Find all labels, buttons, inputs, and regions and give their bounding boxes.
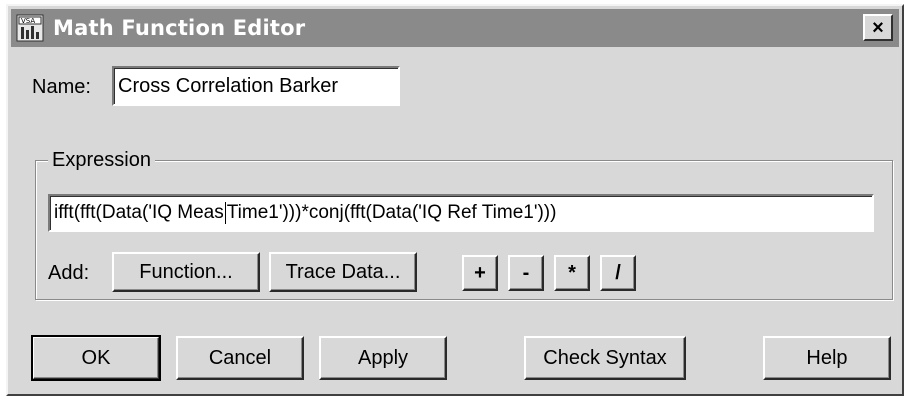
help-button[interactable]: Help: [763, 336, 891, 380]
add-plus-button[interactable]: +: [462, 255, 498, 291]
add-multiply-button[interactable]: *: [554, 255, 590, 291]
add-label: Add:: [48, 262, 90, 284]
check-syntax-button[interactable]: Check Syntax: [524, 336, 686, 380]
add-divide-button[interactable]: /: [600, 255, 636, 291]
svg-text:VSA: VSA: [21, 17, 35, 25]
expression-text-before-caret: ifft(fft(Data('IQ Meas: [54, 202, 224, 223]
close-icon: ×: [872, 16, 884, 39]
add-minus-button[interactable]: -: [508, 255, 544, 291]
apply-button[interactable]: Apply: [319, 336, 447, 380]
expression-text-after-caret: Time1')))*conj(fft(Data('IQ Ref Time1'))…: [226, 202, 557, 223]
title-bar[interactable]: VSA Math Function Editor ×: [11, 9, 899, 47]
close-button[interactable]: ×: [863, 14, 893, 41]
cancel-button[interactable]: Cancel: [176, 336, 304, 380]
name-input[interactable]: Cross Correlation Barker: [112, 66, 400, 106]
window-title: Math Function Editor: [53, 16, 306, 40]
expression-input[interactable]: ifft(fft(Data('IQ Meas Time1')))*conj(ff…: [48, 194, 874, 232]
text-caret: [224, 202, 226, 224]
name-input-value: Cross Correlation Barker: [118, 74, 339, 97]
math-function-editor-dialog: VSA Math Function Editor × Name: Cross C…: [6, 4, 904, 396]
function-button[interactable]: Function...: [112, 252, 260, 292]
ok-button[interactable]: OK: [31, 335, 161, 381]
name-label: Name:: [32, 76, 91, 98]
app-icon: VSA: [15, 13, 45, 43]
trace-data-button[interactable]: Trace Data...: [269, 252, 417, 292]
expression-group-label: Expression: [48, 149, 155, 172]
